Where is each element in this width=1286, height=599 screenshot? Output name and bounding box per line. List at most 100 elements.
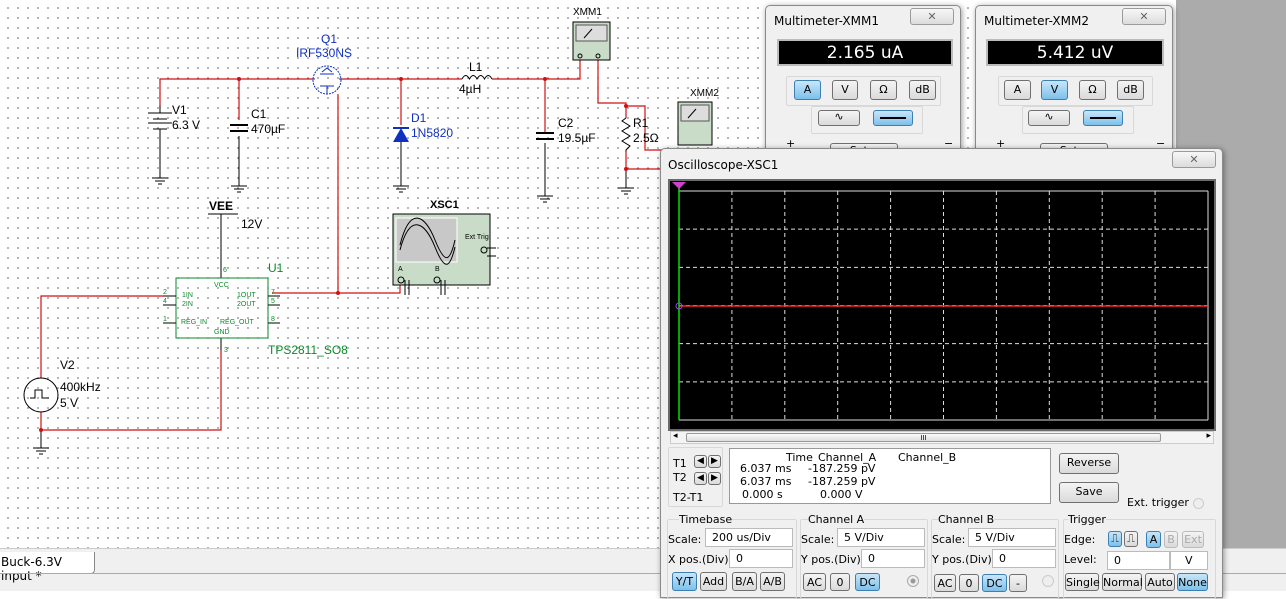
cursor-readout: Time Channel_A Channel_B 6.037 ms -187.2… [729,448,1051,504]
channel-a-dc-button[interactable]: DC [855,573,880,591]
trigger-none-button[interactable]: None [1177,573,1208,591]
t2-left-arrow-button[interactable]: ◀ [694,472,707,485]
channel-b-terminal[interactable] [1042,575,1054,587]
edge-label: Edge: [1064,533,1096,546]
trigger-level-unit[interactable]: V [1170,551,1208,570]
reading-display: 5.412 uV [986,39,1164,66]
channel-a-terminal[interactable] [907,575,919,587]
c1-ref: C1 [251,107,267,121]
l1-ref: L1 [469,60,483,74]
t1-right-arrow-button[interactable]: ▶ [708,455,721,468]
channel-a-zero-button[interactable]: 0 [830,573,850,591]
diode-icon [393,127,409,142]
r1-value: 2.5Ω [633,131,659,145]
readout-cell: -187.259 pV [808,462,876,475]
channel-b-ac-button[interactable]: AC [934,574,956,592]
channel-b-invert-button[interactable]: - [1009,574,1027,592]
falling-edge-icon: ⎍ [1127,532,1135,545]
mode-ohm-button[interactable]: Ω [870,80,897,100]
mode-v-button[interactable]: V [832,80,858,100]
t2-label: T2 [673,471,687,484]
yt-button[interactable]: Y/T [672,572,697,591]
v2-freq: 400kHz [60,380,101,394]
dc-button[interactable] [1083,110,1123,126]
trigger-normal-button[interactable]: Normal [1102,573,1143,591]
mode-ohm-button[interactable]: Ω [1079,80,1106,100]
trigger-level-field[interactable]: 0 [1107,551,1170,570]
l1-value: 4µH [459,82,482,96]
channel-b-zero-button[interactable]: 0 [959,574,979,592]
close-button[interactable]: ✕ [1122,8,1166,25]
add-button[interactable]: Add [700,572,727,591]
t2-right-arrow-button[interactable]: ▶ [708,472,721,485]
u1-pin: 4 [163,298,167,305]
timebase-scale-field[interactable]: 200 us/Div [705,528,793,547]
falling-edge-button[interactable]: ⎍ [1124,531,1138,547]
q1-ref: Q1 [321,32,338,46]
readout-cell: -187.259 pV [808,475,876,488]
a-over-b-button[interactable]: A/B [760,572,785,591]
b-over-a-button[interactable]: B/A [732,572,757,591]
c1-value: 470µF [251,122,286,136]
channel-a-ypos-field[interactable]: 0 [861,549,925,568]
trigger-source-ext-button[interactable]: Ext [1182,531,1204,548]
channel-a-scale-field[interactable]: 5 V/Div [837,528,925,547]
channel-a-ac-button[interactable]: AC [803,573,826,591]
wire [597,58,627,118]
ext-trigger-terminal[interactable] [1193,498,1204,509]
ext-trigger-label: Ext. trigger [1127,496,1189,509]
scroll-left-icon[interactable]: ◂ [673,431,678,441]
oscilloscope-window[interactable]: Oscilloscope-XSC1 ✕ ◂ III ▸ T1 T2 T2-T1 … [660,148,1223,599]
xsc1-ext-trig: Ext Trig [465,234,489,241]
close-button[interactable]: ✕ [910,8,954,25]
readout-cell: 6.037 ms [740,462,792,475]
t1-left-arrow-button[interactable]: ◀ [694,455,707,468]
schematic-wires [23,21,713,455]
reverse-button[interactable]: Reverse [1059,453,1119,474]
save-button[interactable]: Save [1059,482,1119,503]
tab-buck-6-3v-input[interactable]: Buck-6.3V input * [0,552,95,583]
trigger-source-a-button[interactable]: A [1146,531,1161,548]
channel-b-dc-button[interactable]: DC [982,574,1007,592]
channel-b-scale-field[interactable]: 5 V/Div [968,528,1056,547]
u1-pin: 6 [223,267,227,274]
mode-db-button[interactable]: dB [909,80,936,100]
mode-v-button[interactable]: V [1041,80,1068,100]
ground-icon [33,177,634,455]
readout-cell: 0.000 V [820,488,863,501]
close-button[interactable]: ✕ [1172,151,1216,168]
horizontal-scrollbar[interactable]: ◂ III ▸ [670,431,1214,444]
u1-vcc-label: VCC [214,282,229,289]
x-position-field[interactable]: 0 [729,549,793,568]
v1-ref: V1 [172,103,187,117]
dc-button[interactable] [873,110,913,126]
ac-button[interactable]: ∿ [1028,110,1070,126]
trigger-single-button[interactable]: Single [1065,573,1100,591]
ac-button[interactable]: ∿ [818,110,860,126]
q1-value: IRF530NS [296,46,353,60]
trigger-source-b-button[interactable]: B [1164,531,1178,548]
mode-db-button[interactable]: dB [1117,80,1144,100]
u1-2out-label: 2OUT [237,301,256,308]
scroll-thumb[interactable]: III [686,433,1161,442]
oscilloscope-xsc1-icon [392,213,496,295]
channel-b-ypos-field[interactable]: 0 [992,549,1056,568]
trigger-auto-button[interactable]: Auto [1145,573,1175,591]
u1-regout-label: REG_OUT [220,319,254,326]
xpos-label: X pos.(Div): [668,553,733,566]
u1-pin: 3 [224,347,228,354]
v2-ref: V2 [60,358,75,372]
trigger-title: Trigger [1068,513,1106,526]
scroll-right-icon[interactable]: ▸ [1206,431,1211,441]
ypos-label: Y pos.(Div): [932,553,996,566]
window-title: Oscilloscope-XSC1 [668,158,779,172]
mode-a-button[interactable]: A [794,80,821,100]
u1-pin: 1 [163,316,167,323]
mode-a-button[interactable]: A [1004,80,1031,100]
window-title: Multimeter-XMM2 [984,14,1089,28]
rising-edge-button[interactable]: ⎍ [1108,531,1122,547]
d1-value: 1N5820 [411,126,454,140]
mosfet-icon [312,65,342,95]
scope-screen[interactable] [668,179,1216,431]
timebase-title: Timebase [679,513,733,526]
